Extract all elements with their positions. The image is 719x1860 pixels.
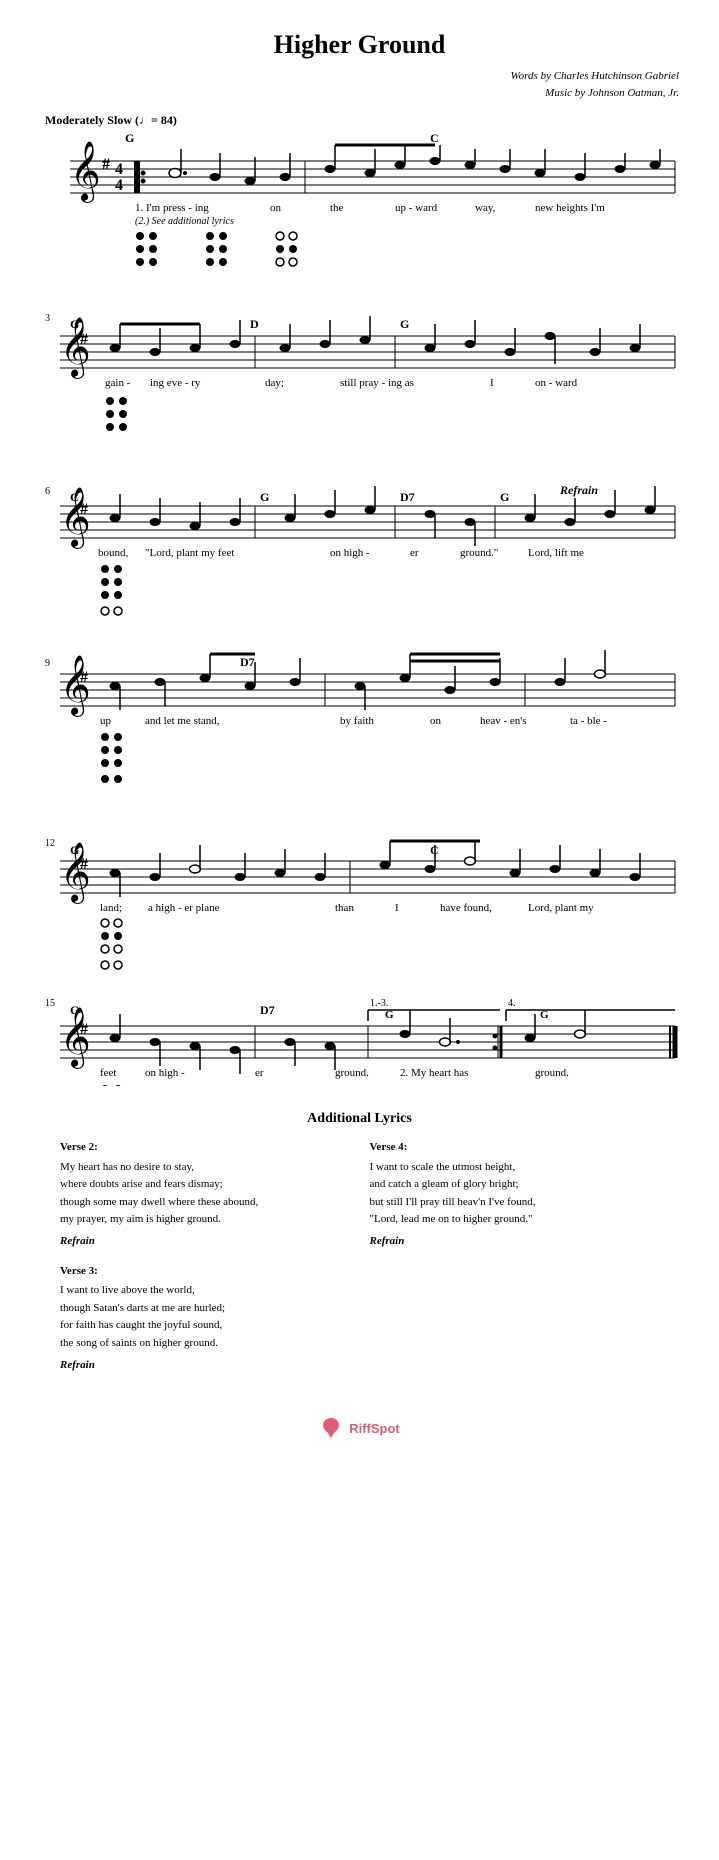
svg-text:𝄞: 𝄞 [60,487,91,549]
svg-text:up: up [100,715,112,727]
lyrics-col-right: Verse 4: I want to scale the utmost heig… [370,1139,660,1386]
svg-text:G: G [260,490,269,504]
riffspot-icon [319,1416,343,1440]
svg-text:"Lord, plant my feet: "Lord, plant my feet [145,547,234,559]
svg-text:D: D [250,317,259,331]
verse2-title: Verse 2: [60,1139,350,1157]
svg-text:ground.: ground. [535,1067,569,1079]
svg-text:a high - er plane: a high - er plane [148,902,220,914]
attribution: Words by Charles Hutchinson Gabriel Musi… [40,68,679,101]
svg-text:G: G [540,1009,549,1021]
svg-text:by faith: by faith [340,715,374,727]
page-title: Higher Ground [40,30,679,60]
svg-text:Refrain: Refrain [559,483,598,497]
svg-text:still pray - ing as: still pray - ing as [340,377,414,389]
svg-text:#: # [80,669,88,686]
svg-text:𝄞: 𝄞 [60,1007,91,1069]
svg-text:4: 4 [115,161,123,178]
additional-lyrics-section: Additional Lyrics Verse 2: My heart has … [40,1111,679,1386]
svg-text:C: C [430,131,439,145]
svg-text:D7: D7 [240,655,255,669]
svg-text:3: 3 [45,313,50,324]
svg-text:D7: D7 [260,1003,275,1017]
svg-text:new heights I'm: new heights I'm [535,202,605,214]
svg-text:Moderately Slow (♩= 84): Moderately Slow (♩= 84) [45,113,177,127]
svg-text:#: # [80,331,88,348]
verse2-refrain: Refrain [60,1233,350,1251]
svg-text:15: 15 [45,998,55,1009]
svg-text:1.-3.: 1.-3. [370,998,388,1009]
svg-text:heav - en's: heav - en's [480,715,527,727]
verse3-text: I want to live above the world,though Sa… [60,1282,350,1352]
svg-text:G: G [400,317,409,331]
svg-text:on: on [430,715,442,727]
verse4-refrain: Refrain [370,1233,660,1251]
svg-text:on - ward: on - ward [535,377,578,389]
svg-text:er: er [255,1067,264,1079]
svg-text:4.: 4. [508,998,516,1009]
svg-text:on high -: on high - [145,1067,185,1079]
svg-text:𝄞: 𝄞 [70,141,101,203]
svg-text:have found,: have found, [440,902,492,914]
svg-text:er: er [410,547,419,559]
svg-text:𝄞: 𝄞 [60,655,91,717]
svg-text:Lord, plant my: Lord, plant my [528,902,594,914]
verse4-text: I want to scale the utmost height,and ca… [370,1159,660,1229]
svg-text:#: # [80,501,88,518]
svg-text:day;: day; [265,377,284,389]
svg-text:I: I [490,377,494,389]
svg-text:ing eve - ry: ing eve - ry [150,377,201,389]
svg-text:I: I [395,902,399,914]
svg-text:G: G [385,1009,394,1021]
svg-text:way,: way, [475,202,496,214]
svg-text:Lord, lift me: Lord, lift me [528,547,584,559]
svg-text:ground.: ground. [335,1067,369,1079]
additional-lyrics-heading: Additional Lyrics [60,1111,659,1127]
svg-text:D7: D7 [400,490,415,504]
svg-text:and let me stand,: and let me stand, [145,715,220,727]
svg-text:land;: land; [100,902,122,914]
svg-text:𝄞: 𝄞 [60,842,91,904]
svg-text:ta - ble -: ta - ble - [570,715,607,727]
verse3-title: Verse 3: [60,1263,350,1281]
svg-text:the: the [330,202,344,214]
svg-text:#: # [80,856,88,873]
svg-text:ground.": ground." [460,547,498,559]
svg-text:9: 9 [45,658,50,669]
svg-text:𝄞: 𝄞 [60,317,91,379]
svg-text:(2.) See additional lyrics: (2.) See additional lyrics [135,216,234,227]
svg-text:on high -: on high - [330,547,370,559]
svg-text:G: G [125,131,134,145]
svg-text:4: 4 [115,177,123,194]
music-notation: Moderately Slow (♩= 84) G C 𝄞 # 4 4 [40,106,679,1091]
svg-text:12: 12 [45,838,55,849]
verse2-text: My heart has no desire to stay,where dou… [60,1159,350,1229]
footer: RiffSpot [40,1416,679,1465]
riffspot-logo: RiffSpot [319,1416,400,1440]
svg-text:feet: feet [100,1067,116,1079]
verse4-title: Verse 4: [370,1139,660,1157]
svg-text:gain -: gain - [105,377,131,389]
svg-text:1. I'm press - ing: 1. I'm press - ing [135,202,209,214]
svg-text:6: 6 [45,486,50,497]
svg-text:than: than [335,902,354,914]
lyrics-col-left: Verse 2: My heart has no desire to stay,… [60,1139,350,1386]
svg-text:#: # [80,1021,88,1038]
svg-text:2. My heart has: 2. My heart has [400,1067,468,1079]
svg-text:on: on [270,202,282,214]
riffspot-text: RiffSpot [349,1421,400,1436]
verse3-refrain: Refrain [60,1357,350,1375]
svg-text:G: G [500,490,509,504]
svg-text:up - ward: up - ward [395,202,438,214]
svg-text:bound,: bound, [98,547,129,559]
svg-text:#: # [102,156,110,173]
